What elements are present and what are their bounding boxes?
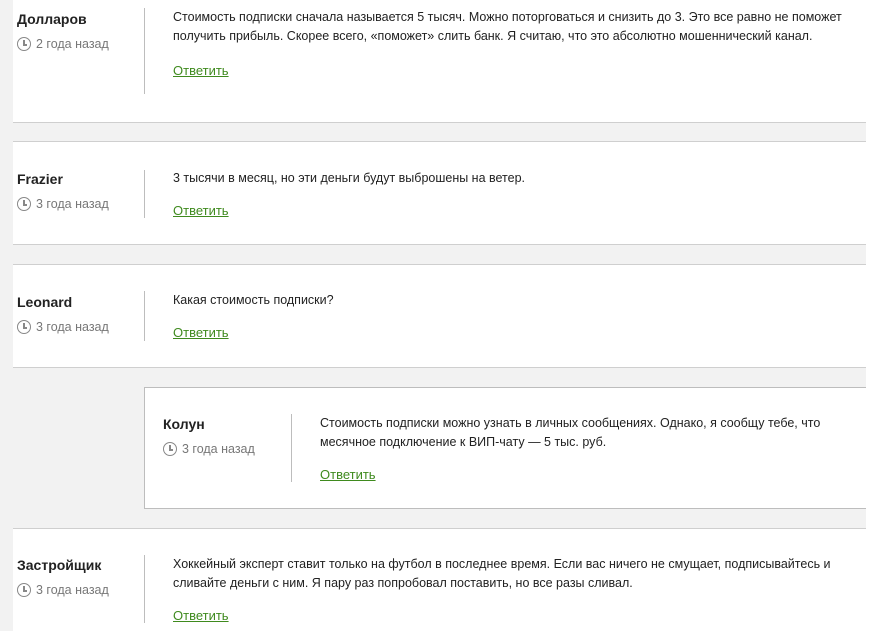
comment-text: 3 тысячи в месяц, но эти деньги будут вы… — [173, 171, 526, 185]
clock-icon — [17, 37, 31, 51]
reply-link[interactable]: Ответить — [173, 62, 229, 80]
comment-body: Стоимость подписки можно узнать в личных… — [320, 414, 858, 484]
comment-meta: Frazier 3 года назад — [17, 170, 145, 212]
comment-time: 3 года назад — [17, 582, 145, 598]
comment-meta: Долларов 2 года назад — [17, 10, 145, 52]
comment-divider — [144, 291, 145, 341]
comment: Застройщик 3 года назад Хоккейный экспер… — [13, 529, 866, 631]
clock-icon — [17, 320, 31, 334]
comment-text: Хоккейный эксперт ставит только на футбо… — [173, 557, 831, 590]
comment-author[interactable]: Застройщик — [17, 556, 145, 574]
comment-body: 3 тысячи в месяц, но эти деньги будут вы… — [173, 169, 862, 220]
comment: Frazier 3 года назад 3 тысячи в месяц, н… — [13, 142, 866, 244]
clock-icon — [163, 442, 177, 456]
comment-meta: Leonard 3 года назад — [17, 293, 145, 335]
comment-time: 2 года назад — [17, 36, 145, 52]
clock-icon — [17, 197, 31, 211]
comment-separator — [13, 244, 866, 265]
comment-text: Стоимость подписки можно узнать в личных… — [320, 416, 821, 449]
comment-meta: Колун 3 года назад — [163, 415, 291, 457]
comment-divider — [144, 555, 145, 623]
reply-link[interactable]: Ответить — [173, 202, 229, 220]
comment-text: Стоимость подписки сначала называется 5 … — [173, 10, 842, 43]
clock-icon — [17, 583, 31, 597]
comment: Долларов 2 года назад Стоимость подписки… — [13, 0, 866, 122]
reply-link[interactable]: Ответить — [320, 466, 376, 484]
comment-time-label: 3 года назад — [36, 320, 109, 334]
comment-body: Какая стоимость подписки? Ответить — [173, 291, 862, 342]
comment-time-label: 2 года назад — [36, 37, 109, 51]
comment-divider — [291, 414, 292, 482]
comment-time-label: 3 года назад — [36, 197, 109, 211]
comment-author[interactable]: Frazier — [17, 170, 145, 188]
comment-author[interactable]: Leonard — [17, 293, 145, 311]
reply-link[interactable]: Ответить — [173, 607, 229, 625]
comment-body: Стоимость подписки сначала называется 5 … — [173, 8, 862, 80]
comment-text: Какая стоимость подписки? — [173, 293, 334, 307]
comment-time: 3 года назад — [17, 319, 145, 335]
comment-time: 3 года назад — [163, 441, 291, 457]
comment: Leonard 3 года назад Какая стоимость под… — [13, 265, 866, 367]
reply-link[interactable]: Ответить — [173, 324, 229, 342]
comment-time-label: 3 года назад — [36, 583, 109, 597]
comments-list: Долларов 2 года назад Стоимость подписки… — [0, 0, 876, 631]
comment-time: 3 года назад — [17, 196, 145, 212]
comment-separator — [13, 122, 866, 142]
comment-meta: Застройщик 3 года назад — [17, 556, 145, 598]
comment-time-label: 3 года назад — [182, 442, 255, 456]
comment-author[interactable]: Долларов — [17, 10, 145, 28]
comment-divider — [144, 8, 145, 94]
reply-comment: Колун 3 года назад Стоимость подписки мо… — [144, 387, 866, 509]
comment-author[interactable]: Колун — [163, 415, 291, 433]
comment-body: Хоккейный эксперт ставит только на футбо… — [173, 555, 862, 625]
comment-divider — [144, 170, 145, 218]
